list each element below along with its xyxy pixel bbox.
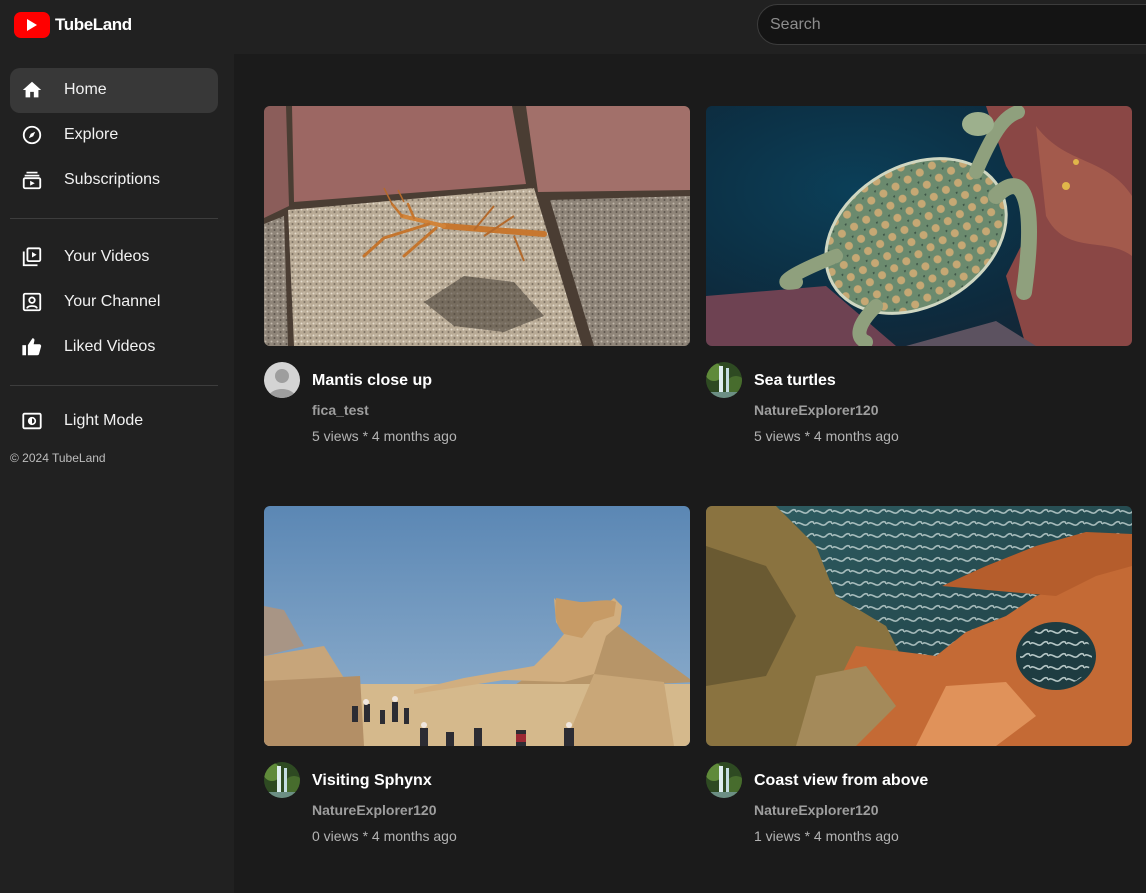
sidebar: Home Explore Subscriptions Your Videos Y…	[0, 54, 234, 893]
subscriptions-icon	[21, 169, 43, 191]
channel-avatar[interactable]	[706, 762, 742, 798]
sidebar-item-label: Your Channel	[64, 293, 161, 310]
top-bar: TubeLand	[0, 0, 1146, 54]
theme-toggle-icon	[21, 410, 43, 432]
video-title[interactable]: Visiting Sphynx	[312, 772, 432, 790]
sidebar-item-liked-videos[interactable]: Liked Videos	[10, 325, 218, 370]
thumbs-up-icon	[21, 336, 43, 358]
channel-avatar[interactable]	[264, 762, 300, 798]
sidebar-item-light-mode[interactable]: Light Mode	[10, 399, 218, 444]
video-stats: 5 views * 4 months ago	[312, 428, 457, 444]
stats-separator: *	[804, 828, 811, 844]
play-logo-icon	[14, 12, 50, 38]
video-card[interactable]: Visiting Sphynx NatureExplorer120 0 view…	[264, 506, 690, 866]
video-title[interactable]: Mantis close up	[312, 372, 432, 390]
video-stats: 1 views * 4 months ago	[754, 828, 899, 844]
sidebar-item-label: Subscriptions	[64, 171, 161, 188]
sidebar-item-label: Liked Videos	[64, 338, 156, 355]
view-count: 1 views	[754, 828, 801, 844]
video-library-icon	[21, 246, 43, 268]
video-thumbnail[interactable]	[706, 506, 1132, 746]
sidebar-item-label: Explore	[64, 126, 119, 143]
channel-name[interactable]: NatureExplorer120	[754, 402, 879, 418]
channel-icon	[21, 291, 43, 313]
sidebar-item-label: Your Videos	[64, 248, 150, 265]
video-title[interactable]: Coast view from above	[754, 772, 928, 790]
compass-icon	[21, 124, 43, 146]
logo[interactable]: TubeLand	[14, 12, 132, 38]
upload-age: 4 months ago	[371, 828, 457, 844]
channel-name[interactable]: fica_test	[312, 402, 369, 418]
stats-separator: *	[804, 428, 811, 444]
sidebar-item-your-videos[interactable]: Your Videos	[10, 235, 218, 280]
video-card[interactable]: Sea turtles NatureExplorer120 5 views * …	[706, 106, 1132, 466]
sidebar-divider	[10, 218, 218, 219]
video-thumbnail[interactable]	[264, 106, 690, 346]
channel-avatar[interactable]	[264, 362, 300, 398]
upload-age: 4 months ago	[371, 428, 457, 444]
stats-separator: *	[362, 828, 369, 844]
upload-age: 4 months ago	[813, 828, 899, 844]
video-stats: 5 views * 4 months ago	[754, 428, 899, 444]
search-input[interactable]	[757, 4, 1146, 45]
video-thumbnail[interactable]	[706, 106, 1132, 346]
sidebar-divider	[10, 385, 218, 386]
video-title[interactable]: Sea turtles	[754, 372, 836, 390]
view-count: 5 views	[754, 428, 801, 444]
sidebar-item-your-channel[interactable]: Your Channel	[10, 280, 218, 325]
home-icon	[21, 79, 43, 101]
copyright-text: © 2024 TubeLand	[10, 451, 106, 465]
view-count: 5 views	[312, 428, 359, 444]
video-card[interactable]: Coast view from above NatureExplorer120 …	[706, 506, 1132, 866]
sidebar-item-label: Light Mode	[64, 412, 144, 429]
video-stats: 0 views * 4 months ago	[312, 828, 457, 844]
channel-avatar[interactable]	[706, 362, 742, 398]
stats-separator: *	[362, 428, 369, 444]
video-thumbnail[interactable]	[264, 506, 690, 746]
view-count: 0 views	[312, 828, 359, 844]
sidebar-item-subscriptions[interactable]: Subscriptions	[10, 158, 218, 203]
sidebar-item-home[interactable]: Home	[10, 68, 218, 113]
channel-name[interactable]: NatureExplorer120	[312, 802, 437, 818]
sidebar-item-explore[interactable]: Explore	[10, 113, 218, 158]
upload-age: 4 months ago	[813, 428, 899, 444]
channel-name[interactable]: NatureExplorer120	[754, 802, 879, 818]
video-card[interactable]: Mantis close up fica_test 5 views * 4 mo…	[264, 106, 690, 466]
sidebar-item-label: Home	[64, 81, 107, 98]
app-name: TubeLand	[55, 15, 132, 34]
